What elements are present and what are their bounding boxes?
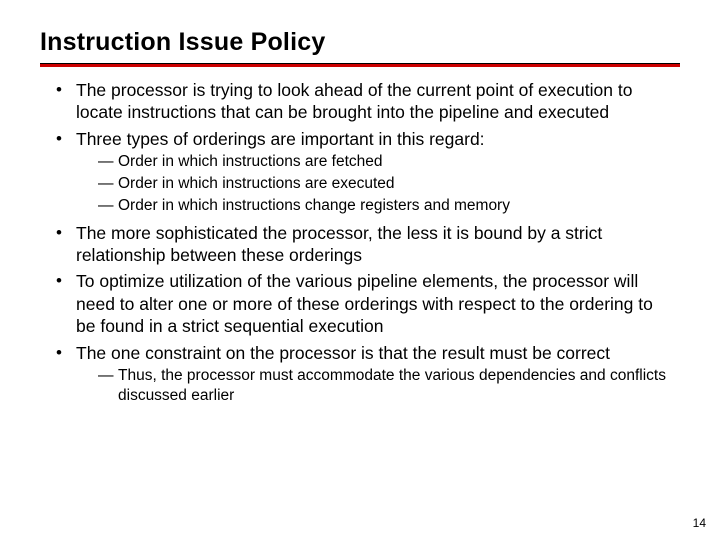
bullet-item: The one constraint on the processor is t… [52,342,672,406]
bullet-item: The more sophisticated the processor, th… [52,222,672,267]
bullet-item: Three types of orderings are important i… [52,128,672,216]
sub-bullet-item: Thus, the processor must accommodate the… [98,366,672,406]
bullet-text: The one constraint on the processor is t… [76,343,610,363]
slide: Instruction Issue Policy The processor i… [0,0,720,540]
sub-bullet-text: Order in which instructions are fetched [118,153,382,170]
bullet-item: The processor is trying to look ahead of… [52,79,672,124]
bullet-text: The more sophisticated the processor, th… [76,223,602,265]
title-rule [40,63,680,67]
bullet-item: To optimize utilization of the various p… [52,270,672,337]
bullet-list: The processor is trying to look ahead of… [40,79,680,406]
bullet-text: Three types of orderings are important i… [76,129,485,149]
sub-bullet-list: Order in which instructions are fetched … [76,152,672,215]
sub-bullet-text: Thus, the processor must accommodate the… [118,367,666,404]
bullet-text: To optimize utilization of the various p… [76,271,653,336]
page-number: 14 [693,516,706,530]
bullet-text: The processor is trying to look ahead of… [76,80,632,122]
sub-bullet-item: Order in which instructions are executed [98,174,672,194]
slide-title: Instruction Issue Policy [40,28,680,57]
sub-bullet-text: Order in which instructions are executed [118,175,395,192]
sub-bullet-item: Order in which instructions are fetched [98,152,672,172]
sub-bullet-text: Order in which instructions change regis… [118,197,510,214]
sub-bullet-list: Thus, the processor must accommodate the… [76,366,672,406]
sub-bullet-item: Order in which instructions change regis… [98,196,672,216]
